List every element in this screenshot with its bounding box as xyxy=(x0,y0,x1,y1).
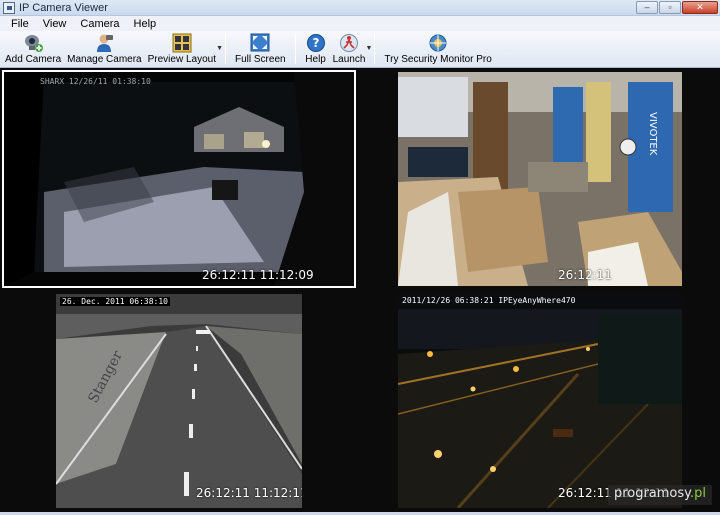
help-label: Help xyxy=(305,54,326,65)
camera-2-image: VIVOTEK xyxy=(398,72,682,286)
camera-view-2[interactable]: VIVOTEK 26:12:11 xyxy=(398,72,682,286)
toolbar: Add Camera Manage Camera Preview Layout … xyxy=(0,31,720,68)
preview-layout-button[interactable]: Preview Layout ▼ xyxy=(145,30,223,67)
title-bar: IP Camera Viewer – ▫ ✕ xyxy=(0,0,720,16)
minimize-button[interactable]: – xyxy=(636,1,658,14)
try-security-monitor-label: Try Security Monitor Pro xyxy=(384,54,492,65)
layout-grid-icon xyxy=(171,33,193,53)
window-title: IP Camera Viewer xyxy=(19,1,108,14)
restore-button[interactable]: ▫ xyxy=(659,1,681,14)
toolbar-separator xyxy=(294,34,296,64)
toolbar-separator xyxy=(374,34,376,64)
camera-4-image xyxy=(398,294,682,508)
manage-camera-icon xyxy=(93,33,115,53)
camera-3-osd: 26. Dec. 2011 06:38:10 xyxy=(60,297,170,306)
watermark-suffix: .pl xyxy=(690,486,706,501)
add-camera-icon xyxy=(22,33,44,53)
full-screen-label: Full Screen xyxy=(235,54,286,65)
launch-icon xyxy=(338,33,360,53)
camera-view-1[interactable]: SHARX 12/26/11 01:38:10 26:12:11 11:12:0… xyxy=(4,72,354,286)
camera-3-image: Stanger xyxy=(56,294,302,508)
manage-camera-button[interactable]: Manage Camera xyxy=(64,30,144,67)
menu-bar: File View Camera Help xyxy=(0,16,720,31)
svg-text:?: ? xyxy=(312,36,319,50)
svg-text:VIVOTEK: VIVOTEK xyxy=(647,112,658,156)
add-camera-label: Add Camera xyxy=(5,54,62,65)
camera-view-4[interactable]: 2011/12/26 06:38:21 IPEyeAnyWhere470 26:… xyxy=(398,294,682,508)
camera-4-osd: 2011/12/26 06:38:21 IPEyeAnyWhere470 xyxy=(402,296,576,305)
camera-1-timestamp: 26:12:11 11:12:09 xyxy=(202,268,314,282)
add-camera-button[interactable]: Add Camera xyxy=(2,30,64,67)
camera-1-osd: SHARX 12/26/11 01:38:10 xyxy=(40,77,151,86)
camera-1-image xyxy=(4,72,354,286)
close-button[interactable]: ✕ xyxy=(682,1,718,14)
manage-camera-label: Manage Camera xyxy=(67,54,142,65)
menu-file[interactable]: File xyxy=(4,18,36,30)
menu-camera[interactable]: Camera xyxy=(73,18,126,30)
full-screen-icon xyxy=(249,33,271,53)
help-icon: ? xyxy=(305,33,327,53)
menu-help[interactable]: Help xyxy=(127,18,164,30)
camera-view-3[interactable]: Stanger 26. Dec. 2011 06:38:10 26:12:11 … xyxy=(56,294,302,508)
watermark-prefix: programosy xyxy=(613,486,690,501)
full-screen-button[interactable]: Full Screen xyxy=(232,30,289,67)
launch-button[interactable]: Launch ▼ xyxy=(330,30,372,67)
watermark: programosy.pl xyxy=(607,485,712,505)
camera-2-timestamp: 26:12:11 xyxy=(558,268,612,282)
preview-layout-label: Preview Layout xyxy=(147,54,216,65)
menu-view[interactable]: View xyxy=(36,18,74,30)
try-security-monitor-button[interactable]: Try Security Monitor Pro xyxy=(381,30,494,67)
chevron-down-icon[interactable]: ▼ xyxy=(216,45,223,52)
window-controls: – ▫ ✕ xyxy=(636,1,718,14)
launch-label: Launch xyxy=(332,54,366,65)
camera-grid: SHARX 12/26/11 01:38:10 26:12:11 11:12:0… xyxy=(0,68,720,512)
security-monitor-icon xyxy=(427,33,449,53)
chevron-down-icon[interactable]: ▼ xyxy=(365,45,372,52)
camera-3-timestamp: 26:12:11 11:12:11 xyxy=(196,486,302,500)
help-button[interactable]: ? Help xyxy=(302,30,330,67)
toolbar-separator xyxy=(225,34,226,64)
app-icon xyxy=(3,1,15,14)
